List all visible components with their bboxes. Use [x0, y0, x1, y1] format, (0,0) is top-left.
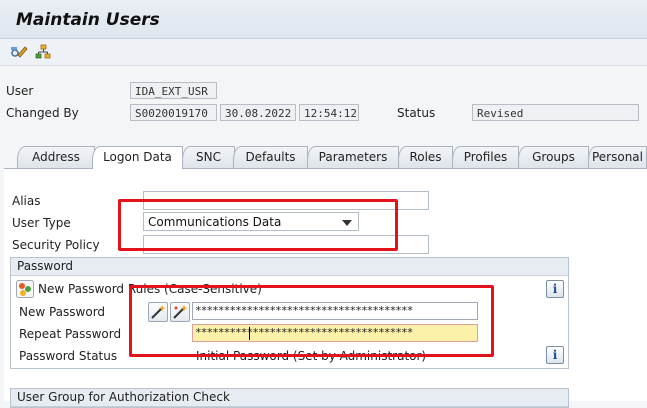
changed-by-label: Changed By [6, 106, 79, 120]
window-title: Maintain Users [16, 10, 160, 30]
tab-logon-data[interactable]: Logon Data [92, 146, 183, 169]
display-change-icon[interactable] [10, 44, 28, 60]
new-password-label: New Password [19, 305, 106, 319]
alias-label: Alias [12, 194, 41, 208]
tab-snc[interactable]: SNC [182, 146, 235, 168]
highlight-password-fields [129, 285, 494, 357]
application-toolbar [0, 39, 647, 66]
highlight-user-type [118, 199, 398, 251]
user-label: User [6, 84, 34, 98]
changed-by-field: S0020019170 [130, 104, 217, 121]
user-header: User IDA_EXT_USR Changed By S0020019170 … [0, 66, 647, 132]
info-icon[interactable]: i [546, 346, 564, 364]
title-bar: Maintain Users [0, 0, 647, 39]
password-group-title: Password [11, 258, 568, 276]
user-type-label: User Type [12, 216, 71, 230]
tab-groups[interactable]: Groups [518, 146, 589, 168]
info-icon[interactable]: i [546, 280, 564, 298]
tab-roles[interactable]: Roles [398, 146, 453, 168]
user-group-auth-group: User Group for Authorization Check [10, 388, 569, 408]
tab-defaults[interactable]: Defaults [233, 146, 308, 168]
status-label: Status [397, 106, 436, 120]
tab-personal[interactable]: Personal [588, 146, 647, 168]
status-field: Revised [472, 104, 639, 121]
tab-parameters[interactable]: Parameters [307, 146, 399, 168]
repeat-password-label: Repeat Password [19, 327, 122, 341]
password-rules-icon[interactable] [16, 280, 34, 298]
changed-date-field: 30.08.2022 [220, 104, 296, 121]
password-status-label: Password Status [19, 349, 118, 363]
tab-profiles[interactable]: Profiles [452, 146, 519, 168]
user-field: IDA_EXT_USR [130, 82, 217, 99]
hierarchy-icon[interactable] [34, 44, 52, 60]
changed-time-field: 12:54:12 [299, 104, 359, 121]
tab-address[interactable]: Address [17, 146, 95, 168]
user-group-auth-title: User Group for Authorization Check [11, 389, 568, 407]
tab-strip: Address Logon Data SNC Defaults Paramete… [0, 146, 647, 169]
security-policy-label: Security Policy [12, 238, 100, 252]
